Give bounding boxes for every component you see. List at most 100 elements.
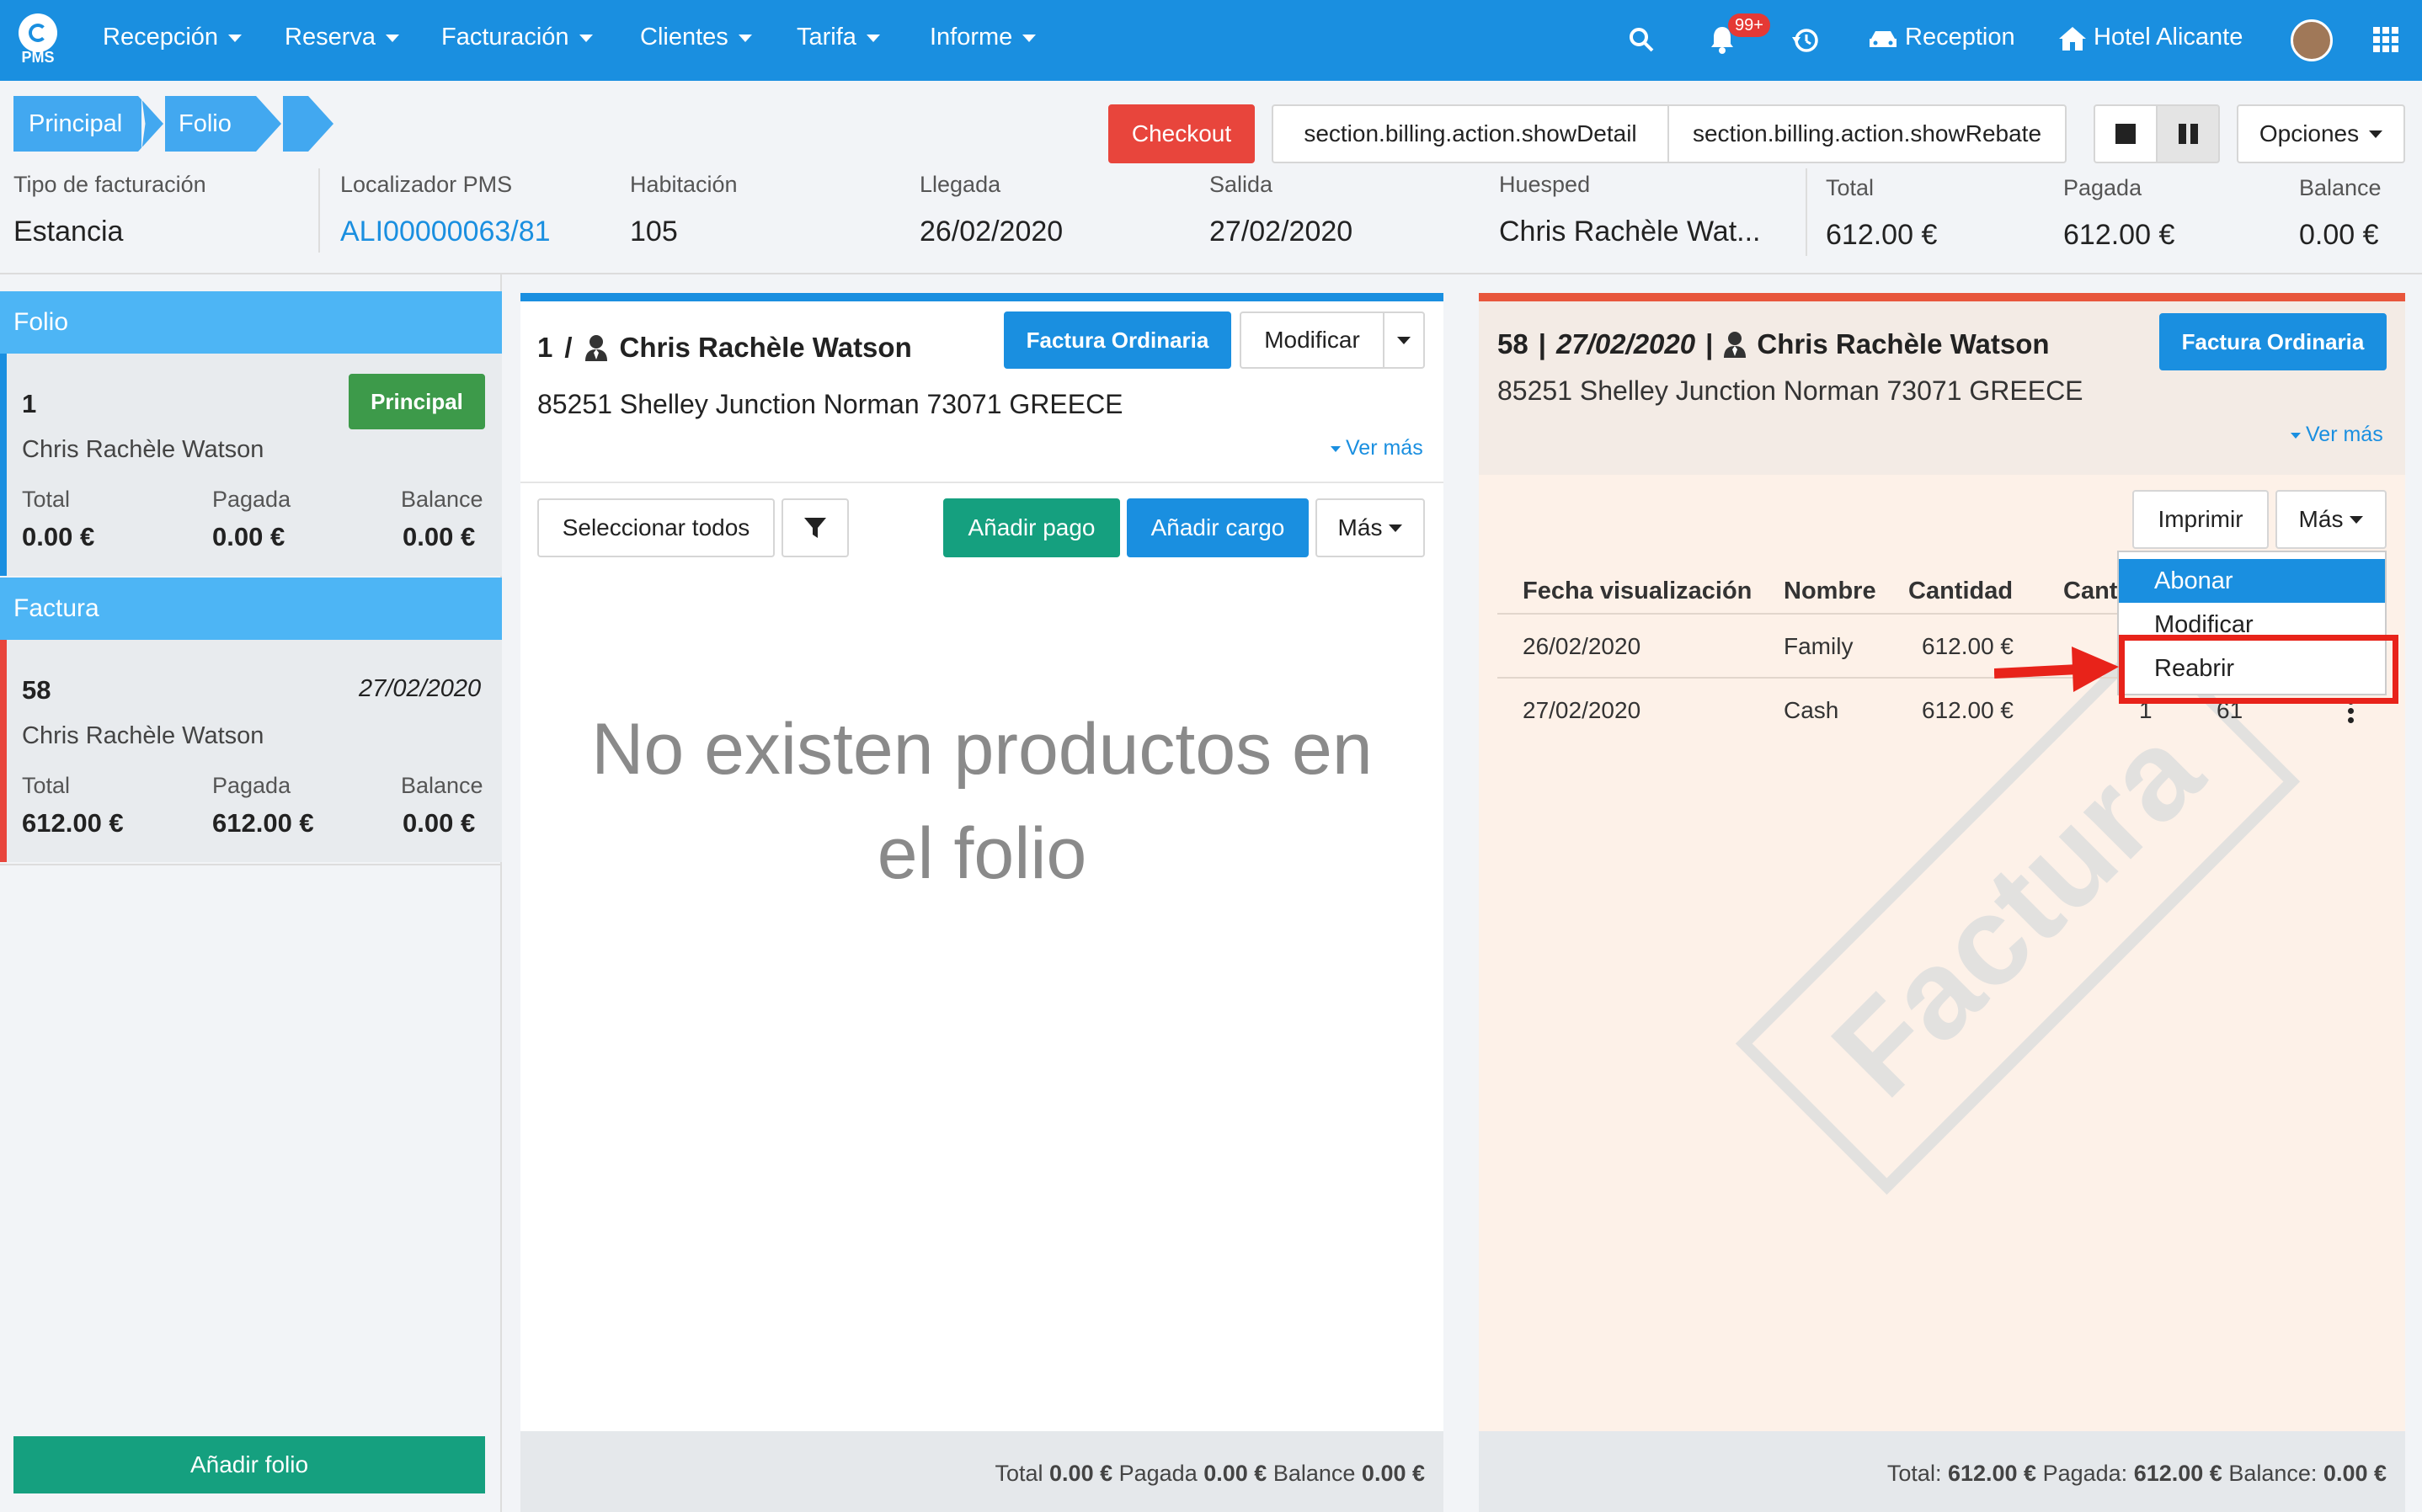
invoice-number: 58: [22, 675, 51, 705]
folio-total-label: Total: [22, 487, 71, 512]
see-more-link[interactable]: Ver más: [2291, 423, 2383, 447]
invoice-paid-label: Pagada: [212, 773, 291, 798]
menu-reserva[interactable]: Reserva: [285, 24, 399, 51]
balance-label: Balance: [2299, 175, 2382, 200]
invoice-panel-title: 58 | 27/02/2020 | Chris Rachèle Watson: [1497, 328, 2050, 359]
add-charge-button[interactable]: Añadir cargo: [1127, 498, 1309, 557]
top-navbar: PMS Recepción Reserva Facturación Client…: [0, 0, 2422, 81]
user-avatar[interactable]: [2291, 19, 2333, 61]
row-name: Cash: [1784, 697, 1839, 723]
invoice-paid-value: 612.00 €: [212, 808, 314, 838]
chevron-down-icon: [228, 34, 243, 42]
menu-informe[interactable]: Informe: [930, 24, 1037, 51]
see-more-link[interactable]: Ver más: [1331, 436, 1423, 461]
menu-clientes[interactable]: Clientes: [640, 24, 752, 51]
departure-value: 27/02/2020: [1209, 216, 1353, 248]
select-all-button[interactable]: Seleccionar todos: [537, 498, 775, 557]
options-button[interactable]: Opciones: [2237, 104, 2405, 163]
show-detail-button[interactable]: section.billing.action.showDetail: [1272, 104, 1669, 163]
apps-grid-icon[interactable]: [2373, 27, 2398, 52]
guest-value: Chris Rachèle Wat...: [1499, 216, 1761, 248]
chevron-down-icon: [2369, 130, 2383, 138]
highlight-box: [2119, 635, 2398, 704]
modify-button[interactable]: Modificar: [1240, 311, 1384, 369]
car-icon: [1870, 31, 1897, 47]
invoice-type-button[interactable]: Factura Ordinaria: [2159, 313, 2387, 370]
folio-card[interactable]: 1 Principal Chris Rachèle Watson Total 0…: [0, 354, 502, 576]
invoice-footer: Total: 612.00 € Pagada: 612.00 € Balance…: [1479, 1431, 2405, 1512]
menu-item-abonar[interactable]: Abonar: [2119, 559, 2385, 603]
col-display-date: Fecha visualización: [1523, 578, 1752, 604]
history-icon[interactable]: [1792, 27, 1819, 54]
invoice-panel: Factura 58 | 27/02/2020 | Chris Rachèle Wat…: [1479, 293, 2405, 1512]
folio-number: 1: [22, 389, 37, 418]
chevron-down-icon: [579, 34, 593, 42]
logo-text: PMS: [21, 49, 55, 66]
annotation-arrow-icon: [1994, 647, 2119, 692]
breadcrumb-folio[interactable]: Folio: [165, 96, 256, 152]
breadcrumb-principal[interactable]: Principal: [13, 96, 138, 152]
add-folio-button[interactable]: Añadir folio: [13, 1436, 485, 1493]
hotel-selector[interactable]: Hotel Alicante: [2094, 24, 2243, 51]
chevron-down-icon: [1397, 336, 1411, 344]
invoice-type-button[interactable]: Factura Ordinaria: [1004, 311, 1231, 369]
folio-footer: Total 0.00 € Pagada 0.00 € Balance 0.00 …: [520, 1431, 1443, 1512]
folio-guest-name: Chris Rachèle Watson: [22, 436, 264, 463]
invoice-more-button[interactable]: Más: [2275, 490, 2387, 549]
invoice-balance-label: Balance: [401, 773, 483, 798]
chevron-down-icon: [2350, 515, 2364, 524]
total-value: 612.00 €: [1826, 219, 1938, 251]
square-icon: [2115, 124, 2136, 144]
empty-folio-message: No existen productos en el folio: [520, 697, 1443, 906]
filter-button[interactable]: [782, 498, 849, 557]
divider: [0, 864, 502, 865]
chevron-down-icon: [1022, 34, 1037, 42]
folio-panel: 1/ Chris Rachèle Watson Factura Ordinari…: [520, 293, 1443, 1512]
split-view-button[interactable]: [2156, 104, 2220, 163]
search-icon[interactable]: [1629, 27, 1654, 52]
folio-paid-value: 0.00 €: [212, 522, 285, 551]
user-tie-icon: [584, 335, 607, 361]
invoice-card[interactable]: 58 27/02/2020 Chris Rachèle Watson Total…: [0, 640, 502, 862]
columns-icon: [2178, 124, 2198, 144]
more-button[interactable]: Más: [1315, 498, 1425, 557]
breadcrumb-divider: [141, 96, 146, 152]
chevron-down-icon: [738, 34, 752, 42]
col-quantity: Cant: [2063, 578, 2118, 604]
modify-dropdown-toggle[interactable]: [1383, 311, 1425, 369]
col-amount: Cantidad: [1908, 578, 2014, 604]
show-rebate-button[interactable]: section.billing.action.showRebate: [1667, 104, 2067, 163]
total-label: Total: [1826, 175, 1875, 200]
divider: [1806, 168, 1807, 256]
empty-message-line: No existen productos en: [591, 709, 1373, 790]
folio-balance-label: Balance: [401, 487, 483, 512]
departure-label: Salida: [1209, 172, 1273, 197]
print-button[interactable]: Imprimir: [2132, 490, 2269, 549]
home-icon: [2059, 27, 2086, 51]
paid-value: 612.00 €: [2063, 219, 2175, 251]
row-date: 27/02/2020: [1523, 697, 1641, 723]
checkout-button[interactable]: Checkout: [1108, 104, 1255, 163]
menu-recepcion[interactable]: Recepción: [103, 24, 243, 51]
folio-panel-title: 1/ Chris Rachèle Watson: [537, 332, 912, 363]
breadcrumb-end: [283, 96, 308, 152]
add-payment-button[interactable]: Añadir pago: [943, 498, 1120, 557]
col-name: Nombre: [1784, 578, 1876, 604]
invoice-total-value: 612.00 €: [22, 808, 124, 838]
menu-tarifa[interactable]: Tarifa: [797, 24, 880, 51]
billing-type-label: Tipo de facturación: [13, 172, 206, 197]
user-tie-icon: [1724, 332, 1747, 358]
arrival-value: 26/02/2020: [920, 216, 1064, 248]
reception-link[interactable]: Reception: [1905, 24, 2015, 51]
single-view-button[interactable]: [2094, 104, 2158, 163]
chevron-down-icon: [2291, 432, 2301, 439]
breadcrumb-arrow: [308, 96, 333, 152]
menu-facturacion[interactable]: Facturación: [441, 24, 593, 51]
folio-total-value: 0.00 €: [22, 522, 95, 551]
invoice-total-label: Total: [22, 773, 71, 798]
divider: [318, 168, 320, 253]
guest-label: Huesped: [1499, 172, 1591, 197]
logo-icon: [29, 24, 47, 42]
row-name: Family: [1784, 633, 1854, 659]
locator-link[interactable]: ALI00000063/81: [340, 216, 551, 248]
